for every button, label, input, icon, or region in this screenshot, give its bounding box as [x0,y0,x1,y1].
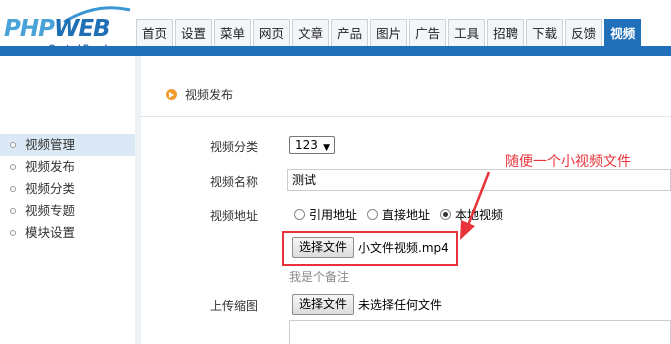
arrow-right-icon [166,89,177,100]
nav-tab[interactable]: 下载 [526,19,564,47]
address-label: 视频地址 [210,209,259,223]
bullet-icon [10,230,16,236]
address-radio[interactable] [294,208,305,220]
sidebar-item-label: 视频专题 [25,203,76,218]
nav-tab[interactable]: 招聘 [487,19,525,47]
logo-brand: PHPWEB [4,16,111,42]
address-radio-label[interactable]: 引用地址 [309,206,357,223]
sidebar-item[interactable]: 视频分类 [0,178,135,200]
top-nav: 首页 设置 菜单 网页 文章 产品 图片 广告 工具 招聘 下载 反馈 视频 [136,19,643,47]
nav-tab[interactable]: 产品 [331,19,369,47]
thumb-file-name: 未选择任何文件 [358,297,443,312]
sidebar-item[interactable]: 视频发布 [0,156,135,178]
nav-tab[interactable]: 首页 [136,19,174,47]
sidebar: 视频管理视频发布视频分类视频专题模块设置 [0,56,135,344]
sidebar-item[interactable]: 视频专题 [0,200,135,222]
annotation-arrow-icon [460,171,491,240]
category-select[interactable]: 123 ▼ [289,136,335,154]
address-radio[interactable] [440,208,452,220]
nav-tab[interactable]: 菜单 [214,19,252,47]
thumb-file-row: 选择文件 未选择任何文件 [292,293,442,315]
bullet-icon [10,186,16,192]
nav-tab[interactable]: 广告 [409,19,447,47]
name-label: 视频名称 [210,175,259,189]
bullet-icon [10,142,16,148]
nav-tab[interactable]: 设置 [175,19,213,47]
annotation-text: 随便一个小视频文件 [505,154,631,170]
address-radio-label[interactable]: 直接地址 [382,206,430,223]
address-radio[interactable] [367,208,379,220]
sidebar-item-label: 模块设置 [25,225,76,240]
divider [141,116,671,117]
sidebar-item[interactable]: 视频管理 [0,134,135,156]
page-title: 视频发布 [185,88,234,102]
sidebar-list: 视频管理视频发布视频分类视频专题模块设置 [0,134,135,244]
bullet-icon [10,208,16,214]
nav-tab[interactable]: 工具 [448,19,486,47]
choose-thumb-button[interactable]: 选择文件 [292,293,355,315]
nav-tab[interactable]: 视频 [604,19,642,47]
sidebar-item-label: 视频发布 [25,159,76,174]
nav-tab[interactable]: 反馈 [565,19,603,47]
hint-text: 我是个备注 [289,270,350,284]
bullet-icon [10,164,16,170]
nav-tab[interactable]: 网页 [253,19,291,47]
nav-tab[interactable]: 图片 [370,19,408,47]
category-label: 视频分类 [210,140,259,154]
nav-tab[interactable]: 文章 [292,19,330,47]
sidebar-item-label: 视频分类 [25,181,76,196]
nav-bar [0,46,671,56]
sidebar-item[interactable]: 模块设置 [0,222,135,244]
sidebar-item-label: 视频管理 [25,137,76,152]
category-select-value: 123 [295,138,318,152]
description-textarea[interactable] [289,320,671,344]
caret-down-icon: ▼ [323,143,330,153]
highlight-box [282,231,458,266]
thumb-label: 上传缩图 [210,299,259,313]
breadcrumb: 视频发布 [166,86,233,104]
